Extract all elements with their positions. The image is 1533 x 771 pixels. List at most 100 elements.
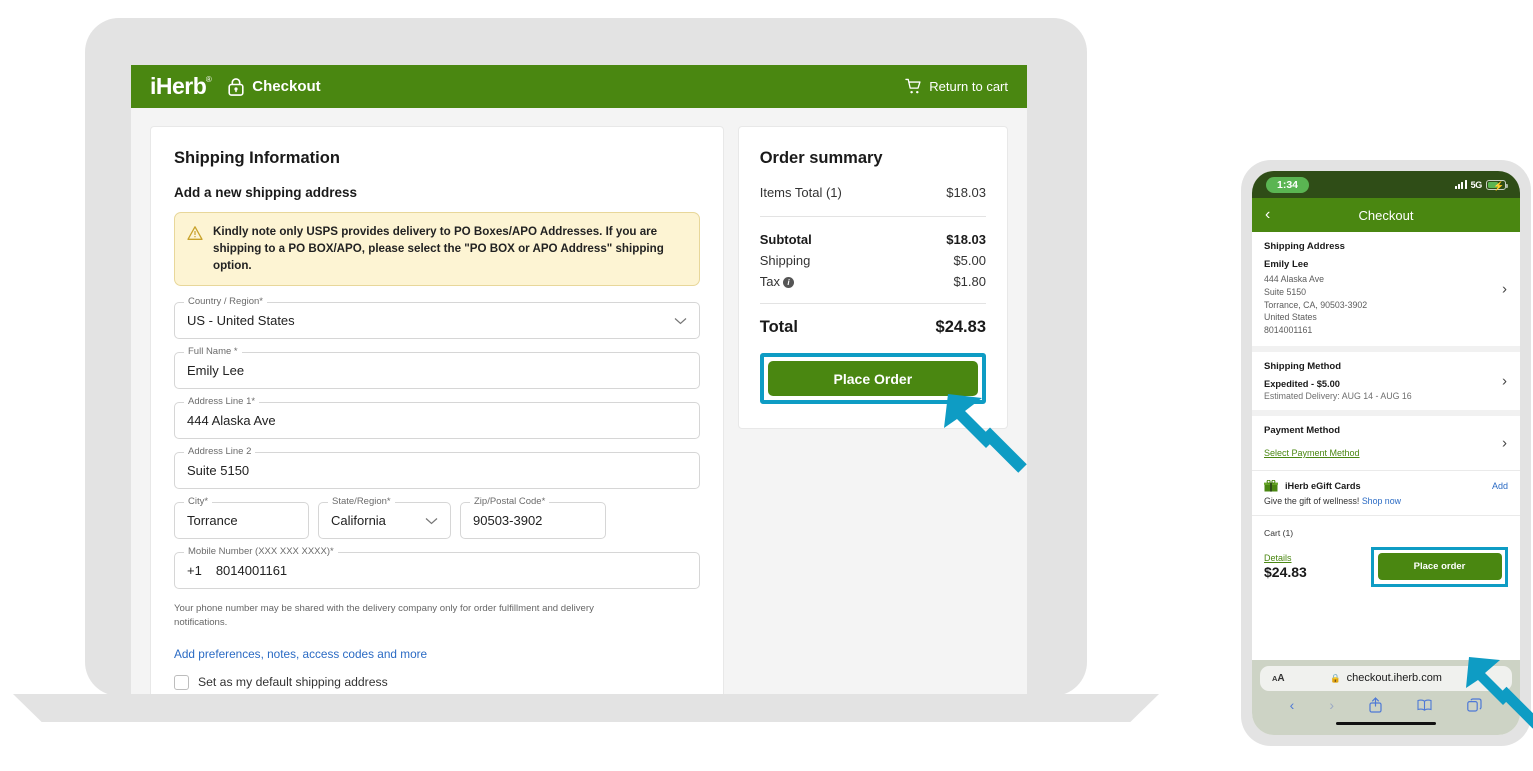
gift-card-subtitle: Give the gift of wellness! Shop now [1264, 496, 1508, 506]
phone-shipping-address-section[interactable]: Shipping Address Emily Lee 444 Alaska Av… [1252, 232, 1520, 352]
divider [759, 303, 986, 304]
phone-cart-label: Cart (1) [1264, 527, 1294, 538]
chevron-down-icon [425, 517, 438, 524]
phone-shipping-method-heading: Shipping Method [1264, 360, 1342, 372]
share-icon[interactable] [1369, 696, 1382, 713]
city-label: City* [184, 496, 213, 508]
shipping-information-title: Shipping Information [174, 149, 340, 167]
address-line-2-field[interactable]: Address Line 2 Suite 5150 [174, 446, 700, 490]
phone-recipient-name: Emily Lee [1264, 259, 1309, 270]
zip-field[interactable]: Zip/Postal Code* 90503-3902 [460, 496, 606, 540]
phone-details-link[interactable]: Details [1264, 553, 1307, 563]
address-line-1-field[interactable]: Address Line 1* 444 Alaska Ave [174, 396, 700, 440]
phone-place-order-row: Details $24.83 Place order [1252, 545, 1520, 596]
chevron-right-icon[interactable]: › [1502, 280, 1507, 297]
safari-toolbar: AA 🔒 checkout.iherb.com ‹ › [1252, 659, 1520, 735]
iherb-logo[interactable]: iHerb ® [150, 73, 212, 100]
phone-shipping-option: Expedited - $5.00 [1264, 378, 1340, 389]
logo-text: iHerb [150, 73, 207, 99]
total-label: Total [759, 318, 798, 336]
gift-card-row: iHerb eGift Cards Add [1264, 479, 1508, 492]
safari-url-bar[interactable]: AA 🔒 checkout.iherb.com [1260, 665, 1512, 691]
default-address-row[interactable]: Set as my default shipping address [174, 674, 700, 690]
checkout-body: Shipping Information Add a new shipping … [131, 108, 1027, 694]
place-order-highlight: Place Order [759, 353, 986, 404]
chevron-left-icon[interactable]: ‹ [1265, 206, 1270, 224]
shipping-label: Shipping [759, 253, 811, 268]
safari-url-text: checkout.iherb.com [1346, 672, 1442, 684]
phone-place-order-highlight: Place order [1371, 546, 1508, 587]
info-icon[interactable]: i [782, 277, 794, 288]
order-summary-card: Order summary Items Total (1) $18.03 Sub… [737, 126, 1008, 429]
default-address-label: Set as my default shipping address [198, 675, 388, 690]
gift-card-add-link[interactable]: Add [1492, 481, 1508, 491]
logo-trademark: ® [205, 75, 212, 84]
country-field[interactable]: Country / Region* US - United States [174, 296, 700, 340]
gift-icon [1264, 479, 1278, 492]
zip-label: Zip/Postal Code* [470, 496, 550, 508]
chevron-right-icon[interactable]: › [1502, 434, 1507, 451]
phone-gift-cards-section: iHerb eGift Cards Add Give the gift of w… [1252, 471, 1520, 516]
select-payment-method-link[interactable]: Select Payment Method [1264, 448, 1360, 458]
shipping-value: $5.00 [953, 253, 986, 268]
subtotal-label: Subtotal [759, 232, 812, 247]
checkout-title: Checkout [252, 78, 321, 95]
phone-address-line-1: 444 Alaska Ave [1264, 274, 1324, 284]
address-line-2-label: Address Line 2 [184, 446, 256, 458]
chevron-right-icon[interactable]: › [1329, 697, 1334, 713]
lock-icon [228, 77, 244, 96]
total-row: Total $24.83 [760, 318, 986, 337]
status-indicators: 5G ⚡ [1454, 179, 1508, 191]
city-value: Torrance [187, 513, 238, 529]
phone-payment-method-section[interactable]: Payment Method Select Payment Method › [1252, 416, 1520, 471]
city-field[interactable]: City* Torrance [174, 496, 309, 540]
cart-icon [905, 78, 921, 94]
mobile-country-code: +1 [187, 563, 202, 579]
phone-shipping-eta: Estimated Delivery: AUG 14 - AUG 16 [1264, 390, 1412, 401]
home-indicator [1336, 721, 1436, 725]
return-to-cart-label: Return to cart [929, 79, 1008, 94]
default-address-checkbox[interactable] [174, 674, 189, 690]
zip-value: 90503-3902 [473, 513, 543, 529]
full-name-label: Full Name * [184, 346, 242, 358]
tax-label-wrap: Tax i [760, 274, 794, 289]
phone-details-column: Details $24.83 [1264, 553, 1307, 580]
phone-helper-text: Your phone number may be shared with the… [174, 603, 594, 629]
chevron-right-icon[interactable]: › [1502, 372, 1507, 389]
chevron-left-icon[interactable]: ‹ [1290, 697, 1295, 713]
phone-address-country: United States [1264, 312, 1317, 323]
secure-checkout-indicator: Checkout [228, 77, 321, 96]
phone-mockup: 1:34 5G ⚡ ‹ Checkout Shipping Address Em… [1241, 160, 1531, 746]
return-to-cart-button[interactable]: Return to cart [905, 78, 1008, 95]
book-icon[interactable] [1417, 699, 1432, 711]
phone-place-order-button[interactable]: Place order [1377, 553, 1502, 581]
network-label: 5G [1470, 179, 1483, 190]
items-total-label: Items Total (1) [759, 185, 842, 200]
shop-now-link[interactable]: Shop now [1362, 496, 1401, 506]
tax-row: Tax i $1.80 [760, 274, 986, 289]
lock-icon: 🔒 [1330, 672, 1341, 683]
phone-shipping-method-section[interactable]: Shipping Method Expedited - $5.00 Estima… [1252, 352, 1520, 416]
address-line-1-label: Address Line 1* [184, 396, 260, 408]
shipping-row: Shipping $5.00 [760, 253, 986, 268]
city-state-zip-row: City* Torrance State/Region* California [174, 496, 700, 552]
gift-card-title: iHerb eGift Cards [1285, 480, 1361, 491]
phone-screen: 1:34 5G ⚡ ‹ Checkout Shipping Address Em… [1252, 171, 1520, 735]
tabs-icon[interactable] [1467, 697, 1483, 712]
place-order-button[interactable]: Place Order [767, 361, 978, 396]
state-label: State/Region* [328, 496, 395, 508]
add-preferences-link[interactable]: Add preferences, notes, access codes and… [174, 647, 427, 661]
chevron-down-icon [674, 317, 687, 324]
po-box-notice-text: Kindly note only USPS provides delivery … [213, 225, 664, 273]
add-new-address-subtitle: Add a new shipping address [174, 185, 358, 200]
phone-cart-label-row: Cart (1) [1252, 516, 1520, 545]
full-name-field[interactable]: Full Name * Emily Lee [174, 346, 700, 390]
items-total-value: $18.03 [946, 185, 986, 200]
state-field[interactable]: State/Region* California [318, 496, 451, 540]
text-size-icon[interactable]: AA [1272, 673, 1285, 684]
phone-shipping-address-heading: Shipping Address [1264, 241, 1345, 252]
mobile-number-field[interactable]: Mobile Number (XXX XXX XXXX)* +1 8014001… [174, 546, 700, 590]
phone-total-price: $24.83 [1264, 564, 1307, 581]
total-value: $24.83 [935, 318, 986, 336]
tax-label: Tax [759, 274, 780, 289]
